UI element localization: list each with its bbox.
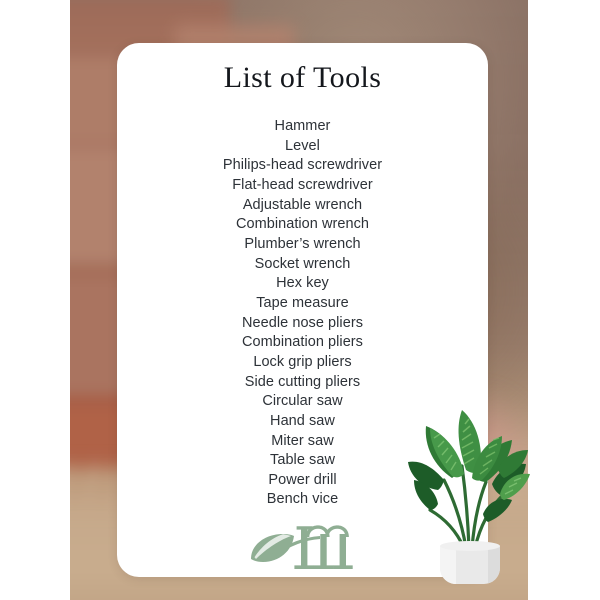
- list-item: Flat-head screwdriver: [232, 176, 373, 193]
- list-item: Side cutting pliers: [244, 373, 361, 390]
- list-item: Socket wrench: [254, 255, 351, 272]
- list-item: Tape measure: [256, 294, 349, 311]
- list-item: Philips-head screwdriver: [222, 157, 383, 174]
- potted-plant-illustration-icon: [408, 410, 530, 584]
- list-item: Lock grip pliers: [253, 353, 352, 370]
- page-title: List of Tools: [223, 61, 382, 94]
- list-item: Plumber’s wrench: [244, 235, 361, 252]
- screenshot-canvas: List of Tools Hammer Level Philips-head …: [0, 0, 600, 600]
- leaf-and-letter-m-logo-icon: [250, 525, 353, 569]
- list-item: Adjustable wrench: [242, 196, 363, 213]
- list-item: Combination pliers: [242, 334, 363, 351]
- list-item: Needle nose pliers: [242, 314, 363, 331]
- list-item: Level: [285, 137, 320, 154]
- list-item: Combination wrench: [235, 216, 370, 233]
- list-item: Hex key: [276, 275, 329, 292]
- list-item: Hammer: [274, 118, 331, 134]
